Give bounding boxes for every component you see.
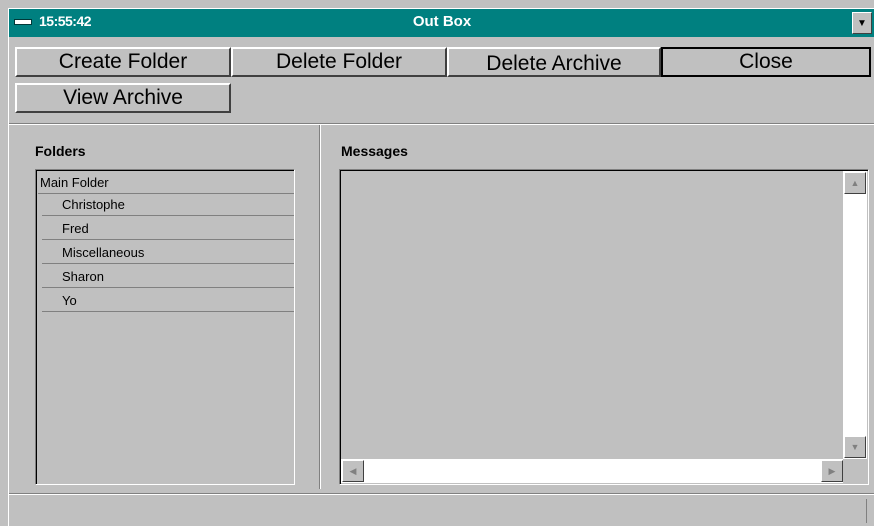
scrollbar-corner	[843, 459, 867, 483]
view-archive-button[interactable]: View Archive	[15, 83, 231, 113]
status-bar	[9, 497, 874, 526]
messages-list[interactable]: ▲ ▼ ◀ ▶	[339, 169, 869, 485]
scroll-right-icon[interactable]: ▶	[821, 460, 843, 482]
close-button[interactable]: Close	[661, 47, 871, 77]
toolbar-divider	[9, 123, 874, 125]
status-pane-edge	[866, 499, 867, 523]
dropdown-arrow-icon[interactable]: ▼	[852, 12, 872, 34]
out-box-window: 15:55:42 Out Box ▼ Create Folder Delete …	[8, 8, 874, 526]
scroll-up-icon[interactable]: ▲	[844, 172, 866, 194]
delete-folder-button[interactable]: Delete Folder	[231, 47, 447, 77]
messages-label: Messages	[341, 143, 408, 159]
horizontal-scrollbar[interactable]: ◀ ▶	[341, 459, 844, 483]
folder-item-fred[interactable]: Fred	[42, 218, 294, 240]
vertical-scrollbar[interactable]: ▲ ▼	[843, 171, 867, 459]
folder-item-sharon[interactable]: Sharon	[42, 266, 294, 288]
folder-item-miscellaneous[interactable]: Miscellaneous	[42, 242, 294, 264]
folder-item-yo[interactable]: Yo	[42, 290, 294, 312]
folders-label: Folders	[35, 143, 86, 159]
folder-item-christophe[interactable]: Christophe	[42, 194, 294, 216]
scroll-left-icon[interactable]: ◀	[342, 460, 364, 482]
scroll-down-icon[interactable]: ▼	[844, 436, 866, 458]
window-title: Out Box	[412, 13, 472, 30]
folder-tree[interactable]: Main Folder Christophe Fred Miscellaneou…	[35, 169, 295, 485]
delete-archive-button[interactable]: Delete Archive	[447, 47, 661, 77]
title-bar: 15:55:42 Out Box ▼	[9, 9, 874, 37]
folder-item-main[interactable]: Main Folder	[38, 172, 294, 194]
pane-divider[interactable]	[319, 125, 321, 489]
status-divider	[9, 493, 874, 495]
create-folder-button[interactable]: Create Folder	[15, 47, 231, 77]
